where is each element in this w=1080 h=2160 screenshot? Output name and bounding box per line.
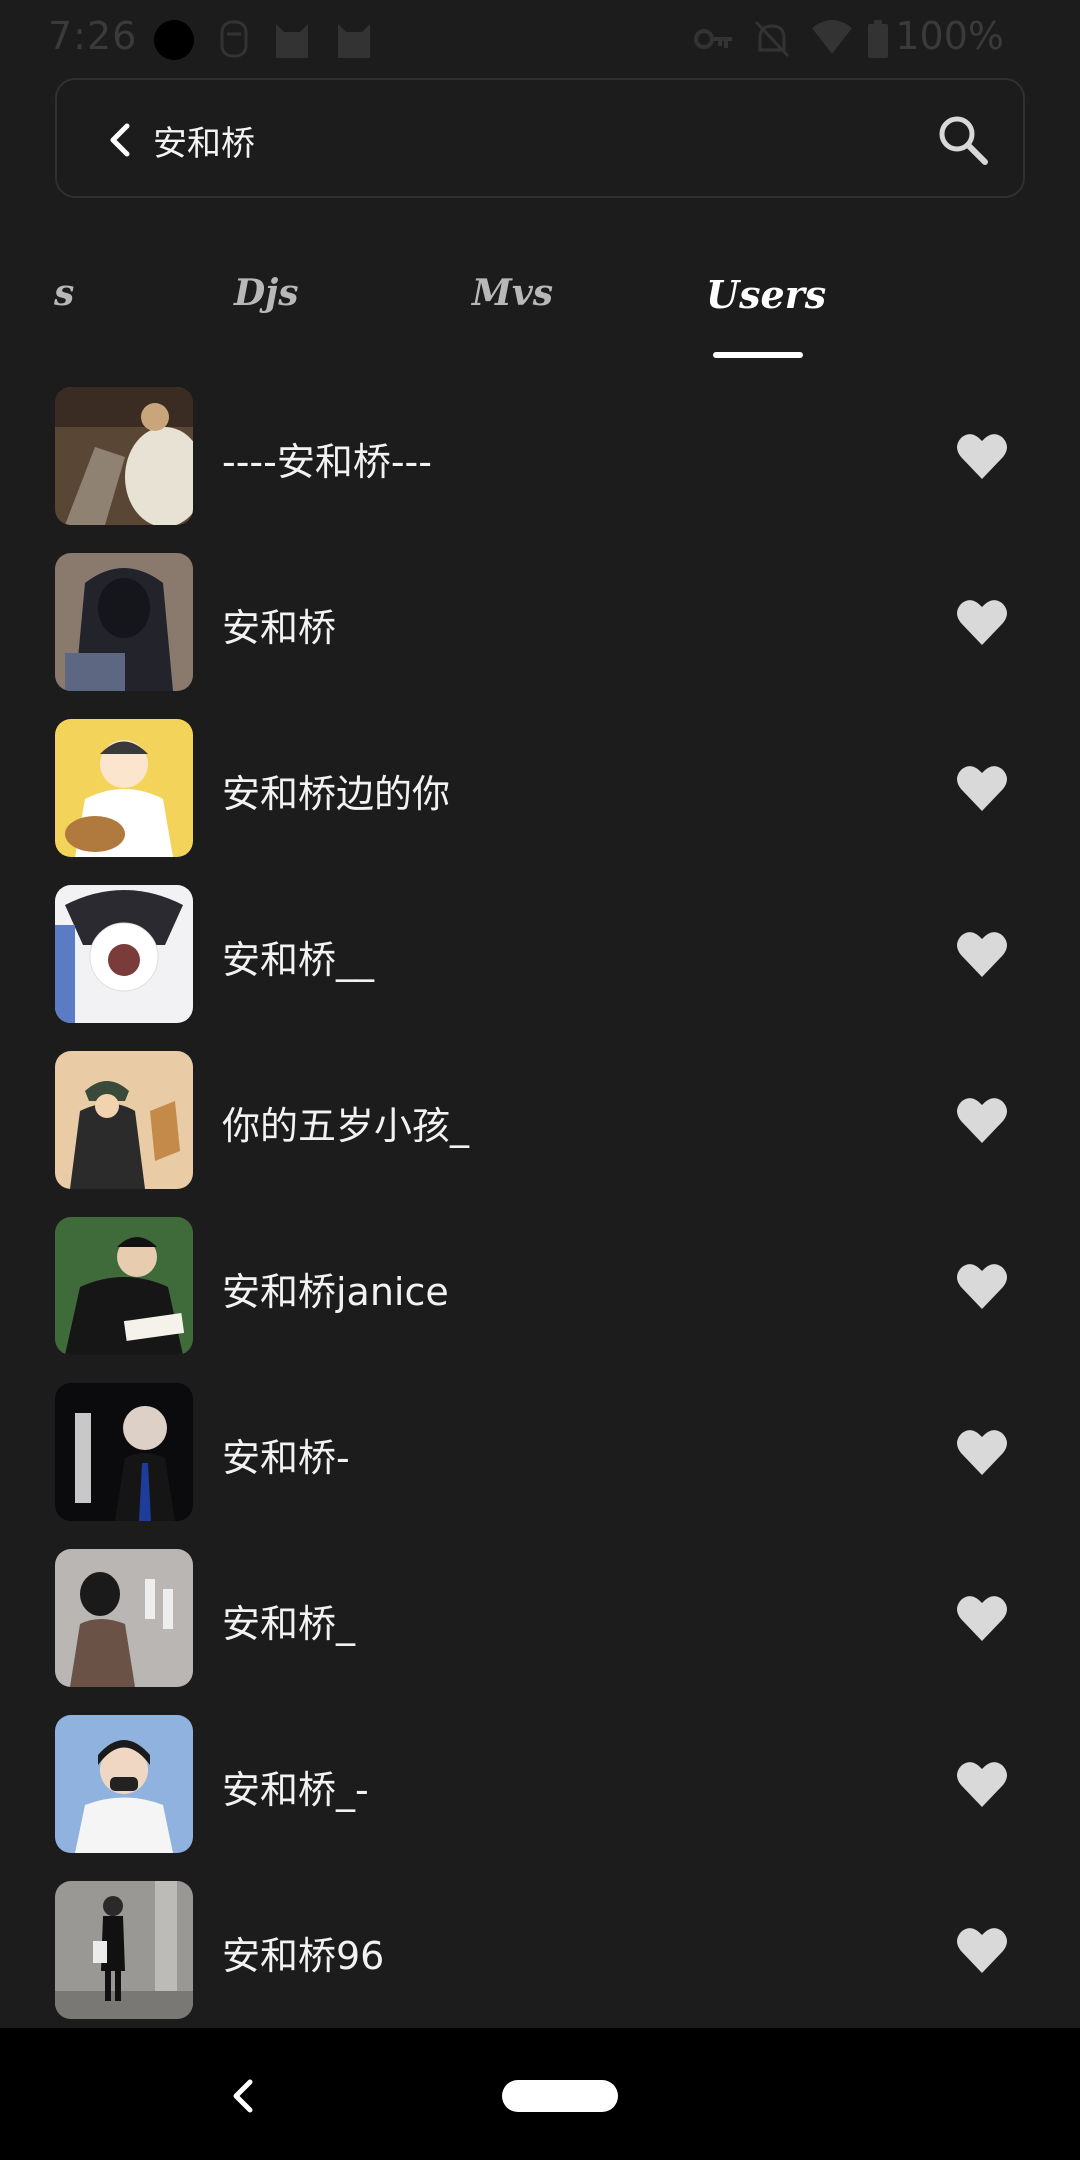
key-icon (694, 24, 734, 58)
avatar (55, 387, 193, 525)
avatar (55, 553, 193, 691)
user-name: 安和桥96 (222, 1934, 385, 1978)
mute-icon (752, 18, 792, 64)
wifi-icon (810, 18, 854, 62)
chevron-left-icon[interactable] (95, 114, 147, 166)
heart-icon[interactable] (955, 431, 1009, 481)
user-name: 安和桥 (222, 606, 337, 650)
nav-home-pill[interactable] (502, 2080, 618, 2112)
tab-users[interactable]: Users (706, 272, 826, 317)
user-name: 安和桥- (222, 1436, 350, 1480)
status-bar: 7:26 100% (0, 0, 1080, 76)
nav-back-icon[interactable] (222, 2072, 262, 2120)
avatar (55, 885, 193, 1023)
list-item[interactable]: 安和桥96 (0, 1879, 1080, 2045)
heart-icon[interactable] (955, 1759, 1009, 1809)
list-item[interactable]: 你的五岁小孩_ (0, 1049, 1080, 1215)
list-item[interactable]: 安和桥_ (0, 1547, 1080, 1713)
user-name: 安和桥边的你 (222, 772, 451, 816)
avatar (55, 1881, 193, 2019)
user-name: 安和桥_ (222, 1602, 356, 1646)
tab-bar: s Djs Mvs Users (0, 260, 1080, 364)
avatar (55, 1051, 193, 1189)
heart-icon[interactable] (955, 597, 1009, 647)
heart-icon[interactable] (955, 1593, 1009, 1643)
tab-mvs[interactable]: Mvs (472, 272, 553, 314)
list-item[interactable]: ----安和桥--- (0, 385, 1080, 551)
status-time: 7:26 (48, 14, 138, 58)
navigation-bar (0, 2028, 1080, 2160)
list-item[interactable]: 安和桥_- (0, 1713, 1080, 1879)
user-name: 你的五岁小孩_ (222, 1104, 470, 1148)
record-icon (152, 18, 196, 66)
user-name: 安和桥janice (222, 1270, 449, 1314)
list-item[interactable]: 安和桥- (0, 1381, 1080, 1547)
face-icon (218, 18, 250, 64)
list-item[interactable]: 安和桥边的你 (0, 717, 1080, 883)
heart-icon[interactable] (955, 1095, 1009, 1145)
cat-icon (334, 18, 374, 64)
search-icon[interactable] (933, 110, 993, 170)
list-item[interactable]: 安和桥 (0, 551, 1080, 717)
heart-icon[interactable] (955, 1925, 1009, 1975)
search-bar[interactable]: 安和桥 (55, 78, 1025, 198)
user-name: 安和桥__ (222, 938, 375, 982)
cat-icon (272, 18, 312, 64)
avatar (55, 719, 193, 857)
battery-percent: 100% (895, 14, 1004, 58)
heart-icon[interactable] (955, 1261, 1009, 1311)
avatar (55, 1217, 193, 1355)
avatar (55, 1549, 193, 1687)
tab-indicator (713, 352, 803, 358)
list-item[interactable]: 安和桥__ (0, 883, 1080, 1049)
list-item[interactable]: 安和桥janice (0, 1215, 1080, 1381)
screen: 7:26 100% 安和桥 s Djs Mvs Users ----安和桥---… (0, 0, 1080, 2160)
search-input[interactable]: 安和桥 (153, 116, 255, 165)
user-name: ----安和桥--- (222, 440, 432, 484)
heart-icon[interactable] (955, 763, 1009, 813)
tab-djs[interactable]: Djs (234, 272, 299, 314)
user-name: 安和桥_- (222, 1768, 369, 1812)
heart-icon[interactable] (955, 929, 1009, 979)
avatar (55, 1715, 193, 1853)
battery-icon (866, 18, 890, 64)
avatar (55, 1383, 193, 1521)
user-list: ----安和桥--- 安和桥 安和桥边的你 安和桥__ 你的五岁小孩_ 安和桥j… (0, 385, 1080, 2045)
tab-partial[interactable]: s (54, 272, 74, 314)
heart-icon[interactable] (955, 1427, 1009, 1477)
